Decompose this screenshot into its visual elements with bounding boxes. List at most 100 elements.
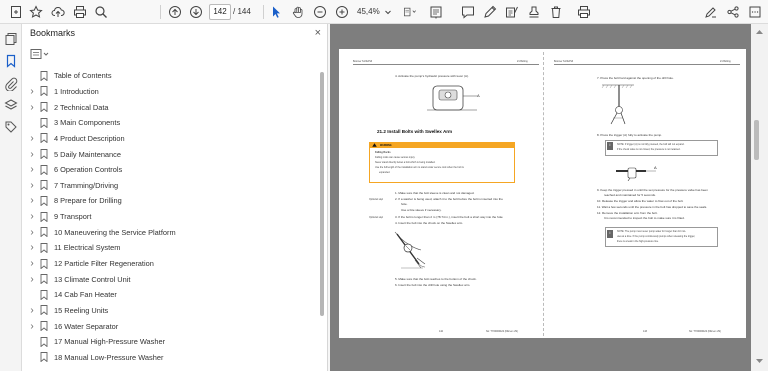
pages-thumbnail-icon[interactable] <box>4 32 18 46</box>
more-options-icon[interactable] <box>747 4 763 20</box>
bookmark-item[interactable]: 18 Manual Low-Pressure Washer <box>22 350 322 366</box>
print-icon[interactable] <box>72 4 88 20</box>
bookmark-item[interactable]: › 12 Particle Filter Regeneration <box>22 256 322 272</box>
bookmark-item[interactable]: › 5 Daily Maintenance <box>22 146 322 162</box>
bookmark-icon <box>40 242 48 253</box>
bookmark-icon <box>40 289 48 300</box>
panel-scrollbar[interactable] <box>320 72 324 316</box>
page-down-icon[interactable] <box>188 4 204 20</box>
pen-icon[interactable] <box>482 4 498 20</box>
hand-tool-icon[interactable] <box>290 4 306 20</box>
chevron-right-icon[interactable]: › <box>28 149 36 160</box>
page-add-icon[interactable] <box>8 4 24 20</box>
warning-subtitle: Falling Rocks <box>375 151 391 154</box>
chevron-right-icon[interactable]: › <box>28 305 36 316</box>
zoom-in-icon[interactable] <box>334 4 350 20</box>
trash-icon[interactable] <box>548 4 564 20</box>
page-total: / 144 <box>233 7 251 16</box>
fit-page-icon[interactable] <box>400 4 420 20</box>
bookmark-label: 11 Electrical System <box>54 243 121 253</box>
bookmark-item[interactable]: Table of Contents <box>22 68 322 84</box>
bookmark-label: 3 Main Components <box>54 118 121 128</box>
chevron-down-icon[interactable] <box>384 4 392 20</box>
scroll-up-arrow-icon[interactable] <box>755 28 764 36</box>
right-step-12: 12. Remove the installation arm from the… <box>597 211 658 215</box>
chevron-right-icon[interactable]: › <box>28 274 36 285</box>
comment-icon[interactable] <box>460 4 476 20</box>
chevron-right-icon[interactable]: › <box>28 164 36 175</box>
bookmark-item[interactable]: › 13 Climate Control Unit <box>22 271 322 287</box>
bookmarks-panel: Bookmarks × Table of Contents › 1 Introduc… <box>22 24 328 371</box>
chevron-right-icon[interactable]: › <box>28 258 36 269</box>
tag-icon[interactable] <box>4 120 18 134</box>
select-cursor-icon[interactable] <box>268 4 284 20</box>
chevron-right-icon[interactable]: › <box>28 211 36 222</box>
bookmark-item[interactable]: › 1 Introduction <box>22 84 322 100</box>
bookmark-item[interactable]: › 9 Transport <box>22 209 322 225</box>
bookmark-item[interactable]: › 8 Prepare for Drilling <box>22 193 322 209</box>
close-icon[interactable]: × <box>315 27 321 39</box>
next-page-gap <box>339 342 746 371</box>
bookmark-list: Table of Contents › 1 Introduction › 2 Techn… <box>22 68 322 365</box>
bookmark-icon <box>40 149 48 160</box>
bookmark-icon <box>40 164 48 175</box>
bookmark-item[interactable]: › 7 Tramming/Driving <box>22 177 322 193</box>
bookmark-item[interactable]: › 6 Operation Controls <box>22 162 322 178</box>
bookmark-item[interactable]: 3 Main Components <box>22 115 322 131</box>
warning-line-4: expanded. <box>379 171 391 174</box>
chevron-right-icon[interactable]: › <box>28 242 36 253</box>
sign-icon[interactable] <box>703 4 719 20</box>
chevron-right-icon[interactable]: › <box>28 133 36 144</box>
viewer-scrollbar-thumb[interactable] <box>754 120 759 160</box>
chevron-right-icon[interactable]: › <box>28 180 36 191</box>
bookmark-item[interactable]: › 15 Reeling Units <box>22 303 322 319</box>
bookmark-item[interactable]: › 4 Product Description <box>22 131 322 147</box>
note-info-icon: i <box>607 230 613 238</box>
left-footer-page: 142 <box>439 330 443 333</box>
layers-icon[interactable] <box>4 98 18 112</box>
bookmark-label: Table of Contents <box>54 71 112 81</box>
bookmark-label: 2 Technical Data <box>54 102 109 112</box>
bookmark-icon <box>40 102 48 113</box>
bookmark-icon <box>40 180 48 191</box>
bookmark-item[interactable]: 14 Cab Fan Heater <box>22 287 322 303</box>
zoom-out-icon[interactable] <box>312 4 328 20</box>
print-toolbar-icon[interactable] <box>576 4 592 20</box>
bookmark-item[interactable]: › 16 Water Separator <box>22 318 322 334</box>
bookmark-item[interactable]: 17 Manual High-Pressure Washer <box>22 334 322 350</box>
bookmarks-panel-icon[interactable] <box>4 54 18 68</box>
trigger-illustration: A <box>616 165 657 181</box>
warning-line-1: Falling rocks can cause serious injury. <box>375 156 416 159</box>
page-number-input[interactable]: 142 <box>209 4 231 20</box>
chevron-right-icon[interactable]: › <box>28 321 36 332</box>
bookmark-item[interactable]: › 10 Maneuvering the Service Platform <box>22 224 322 240</box>
bookmark-item[interactable]: › 2 Technical Data <box>22 99 322 115</box>
left-step-2-c: Use a bite sleeve if necessary. <box>401 208 442 212</box>
left-step-4: 4. Activate the pump's hydraulic pressur… <box>395 74 469 78</box>
share-icon[interactable] <box>725 4 741 20</box>
scroll-down-arrow-icon[interactable] <box>755 357 764 365</box>
bookmark-icon <box>40 211 48 222</box>
options-menu-icon[interactable] <box>30 48 52 60</box>
stamp-icon[interactable] <box>526 4 542 20</box>
bookmark-label: 17 Manual High-Pressure Washer <box>54 337 166 347</box>
search-icon[interactable] <box>93 4 109 20</box>
chevron-right-icon[interactable]: › <box>28 102 36 113</box>
star-icon[interactable] <box>28 4 44 20</box>
text-edit-icon[interactable] <box>504 4 520 20</box>
cloud-upload-icon[interactable] <box>50 4 66 20</box>
chevron-right-icon[interactable]: › <box>28 195 36 206</box>
bookmark-label: 18 Manual Low-Pressure Washer <box>54 352 164 362</box>
scrolling-mode-icon[interactable] <box>428 4 444 20</box>
bookmark-item[interactable]: › 11 Electrical System <box>22 240 322 256</box>
chevron-right-icon[interactable]: › <box>28 227 36 238</box>
left-footer-doc: No: TY00000422 (002-en-US) <box>486 330 518 333</box>
page-up-icon[interactable] <box>167 4 183 20</box>
bookmark-label: 5 Daily Maintenance <box>54 149 121 159</box>
svg-text:A: A <box>477 93 480 98</box>
right-page-header-rule <box>554 64 740 65</box>
chevron-right-icon[interactable]: › <box>28 86 36 97</box>
zoom-level[interactable]: 45,4% <box>357 4 380 20</box>
attachment-icon[interactable] <box>4 77 18 92</box>
bookmark-label: 12 Particle Filter Regeneration <box>54 259 154 268</box>
